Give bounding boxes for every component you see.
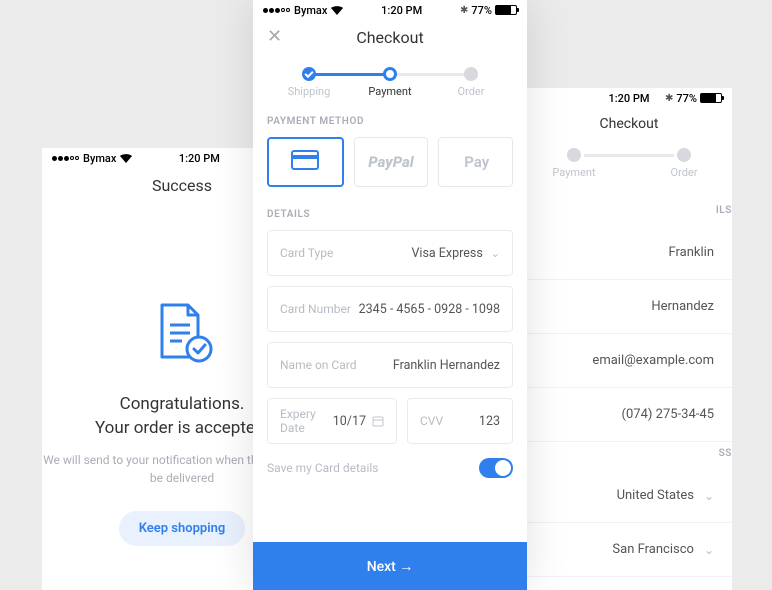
first-name-field[interactable]: Franklin <box>526 226 732 280</box>
payment-method-applepay[interactable]: Pay <box>438 137 513 187</box>
applepay-logo: Pay <box>462 153 489 171</box>
carrier-label: Bymax <box>83 152 116 165</box>
close-icon[interactable]: ✕ <box>267 26 282 47</box>
stepper: Shipping Payment Order <box>253 61 527 104</box>
payment-method-card[interactable] <box>267 137 344 187</box>
battery-icon <box>495 5 517 15</box>
battery-icon <box>700 93 722 103</box>
page-title: Checkout <box>253 28 527 47</box>
city-field[interactable]: San Francisco⌄ <box>526 523 732 577</box>
check-icon <box>302 67 316 81</box>
wifi-icon <box>120 154 132 163</box>
paypal-logo: PayPal <box>368 153 413 171</box>
bluetooth-icon: ✱ <box>460 5 468 16</box>
stepper: Payment Order <box>526 146 732 185</box>
expiry-date-field[interactable]: Expery Date 10/17 <box>267 398 397 444</box>
email-field[interactable]: email@example.com <box>526 334 732 388</box>
document-check-icon <box>146 299 218 371</box>
calendar-icon <box>372 415 384 427</box>
details-screen: 1:20 PM ✱ 77% Checkout Payment Order ILS… <box>526 88 732 590</box>
battery-pct: 77% <box>676 92 697 105</box>
step-payment: Payment <box>544 148 604 179</box>
page-title: Checkout <box>526 116 732 132</box>
card-type-field[interactable]: Card Type Visa Express ⌄ <box>267 230 513 276</box>
signal-dots-icon <box>52 156 79 161</box>
navbar: ✕ Checkout <box>253 20 527 61</box>
details-label: DETAILS <box>253 187 527 230</box>
payment-method-label: PAYMENT METHOD <box>253 104 527 137</box>
clock: 1:20 PM <box>608 92 649 105</box>
country-field[interactable]: United States⌄ <box>526 469 732 523</box>
status-bar: 1:20 PM ✱ 77% <box>526 88 732 108</box>
save-card-toggle[interactable] <box>479 458 513 478</box>
cvv-field[interactable]: CVV 123 <box>407 398 513 444</box>
wifi-icon <box>331 6 343 15</box>
chevron-down-icon: ⌄ <box>491 247 500 260</box>
section-label-details: ILS <box>526 193 732 226</box>
battery-pct: 77% <box>471 4 492 17</box>
carrier-label: Bymax <box>294 4 327 17</box>
save-card-label: Save my Card details <box>267 461 378 475</box>
checkout-payment-screen: Bymax 1:20 PM ✱ 77% ✕ Checkout Shipping … <box>253 0 527 590</box>
step-payment[interactable]: Payment <box>360 67 420 98</box>
navbar: Checkout <box>526 108 732 146</box>
card-number-field[interactable]: Card Number 2345 - 4565 - 0928 - 1098 <box>267 286 513 332</box>
step-order: Order <box>654 148 714 179</box>
keep-shopping-button[interactable]: Keep shopping <box>119 511 246 546</box>
signal-dots-icon <box>263 8 290 13</box>
step-order: Order <box>441 67 501 98</box>
clock: 1:20 PM <box>381 4 422 17</box>
next-button[interactable]: Next → <box>253 542 527 590</box>
payment-method-paypal[interactable]: PayPal <box>354 137 429 187</box>
section-label-address: SS <box>526 442 732 469</box>
name-on-card-field[interactable]: Name on Card Franklin Hernandez <box>267 342 513 388</box>
phone-field[interactable]: (074) 275-34-45 <box>526 388 732 442</box>
last-name-field[interactable]: Hernandez <box>526 280 732 334</box>
clock: 1:20 PM <box>179 152 220 165</box>
credit-card-icon <box>291 150 319 174</box>
bluetooth-icon: ✱ <box>665 93 673 104</box>
success-headline: Congratulations. Your order is accepted. <box>95 393 269 441</box>
step-shipping[interactable]: Shipping <box>279 67 339 98</box>
chevron-down-icon: ⌄ <box>704 543 714 557</box>
chevron-down-icon: ⌄ <box>704 489 714 503</box>
area-field[interactable]: Palo Alto⌄ <box>526 577 732 590</box>
status-bar: Bymax 1:20 PM ✱ 77% <box>253 0 527 20</box>
